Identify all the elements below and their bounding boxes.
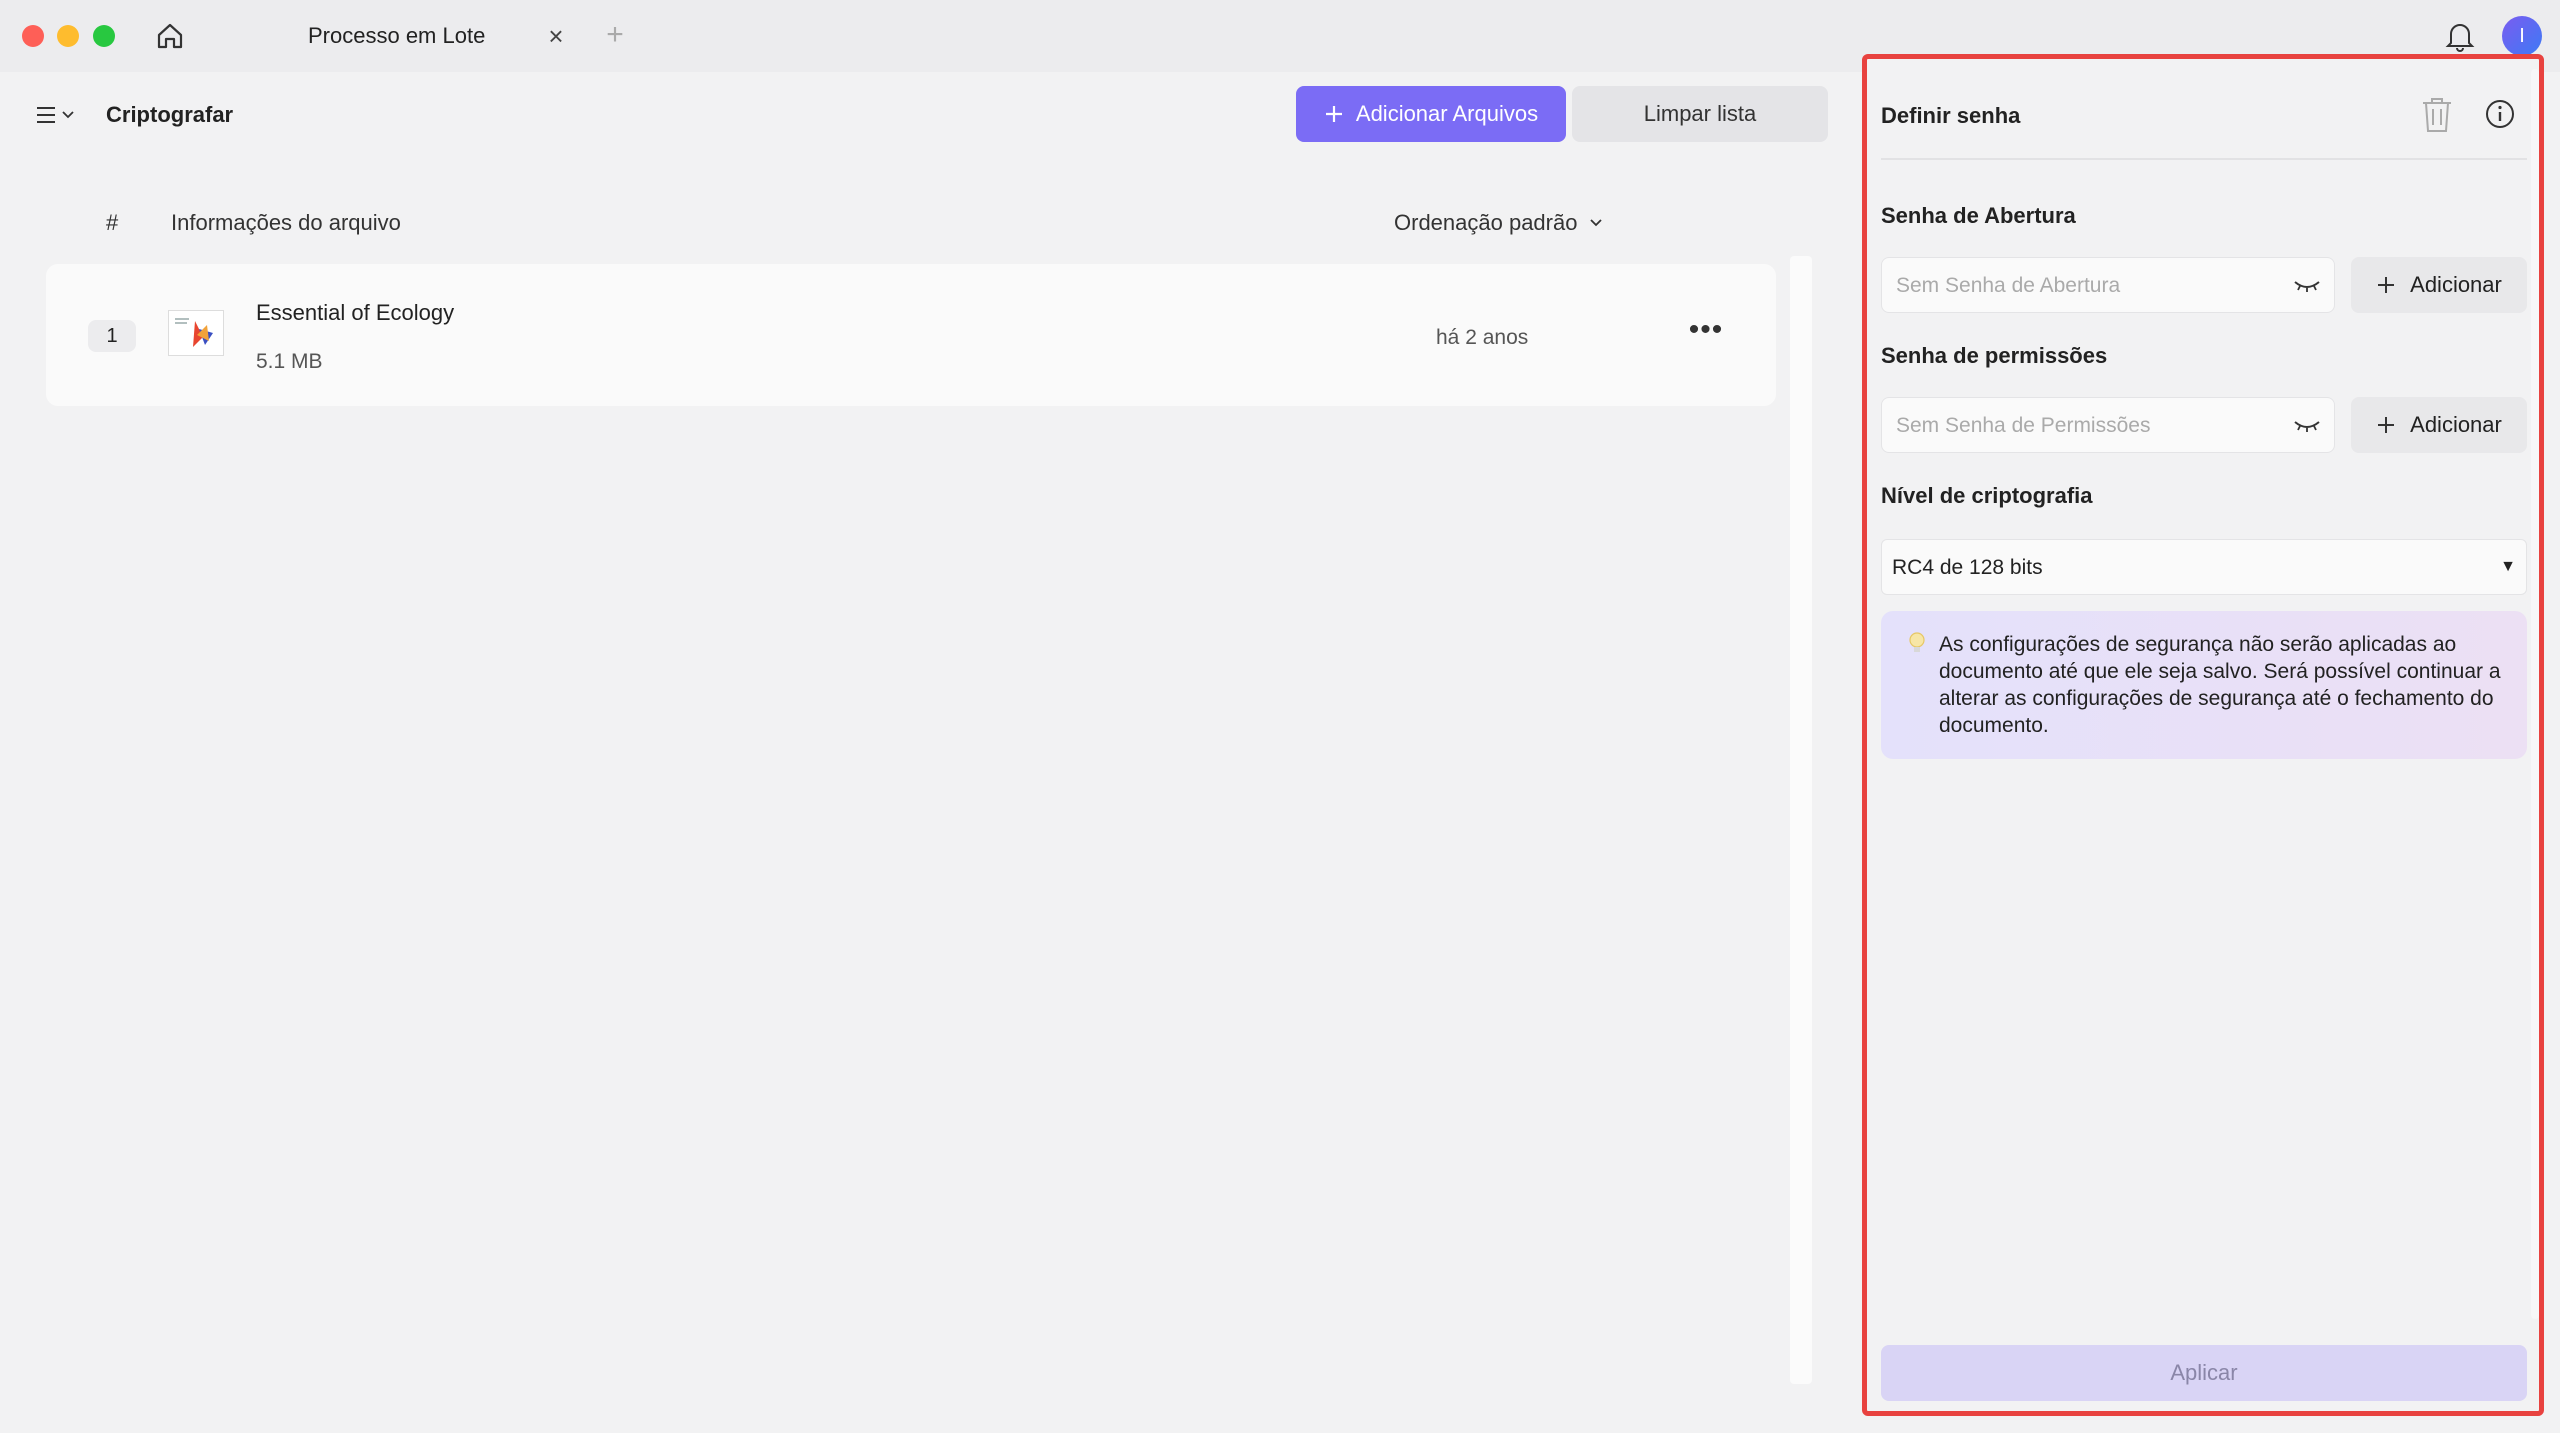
lightbulb-icon [1909,632,1925,652]
trash-icon[interactable] [2419,95,2455,135]
row-index: 1 [88,320,136,352]
eye-closed-icon[interactable] [2292,276,2322,296]
add-files-label: Adicionar Arquivos [1355,101,1539,126]
open-password-label: Senha de Abertura [1881,203,2076,228]
close-window-button[interactable] [22,25,44,47]
table-row[interactable]: 1 Essential of Ecology 5.1 MB há 2 anos … [46,264,1776,406]
file-size: 5.1 MB [256,350,323,373]
home-icon[interactable] [150,16,190,56]
permissions-password-field[interactable]: Sem Senha de Permissões [1881,397,2335,453]
plus-icon [1325,106,1342,122]
file-modified: há 2 anos [1436,326,1529,349]
caret-down-icon: ▼ [2500,558,2516,575]
permissions-password-label: Senha de permissões [1881,343,2108,368]
column-header-number: # [106,210,119,235]
clear-list-button[interactable]: Limpar lista [1572,86,1828,142]
notification-bell-icon[interactable] [2440,16,2480,56]
divider [1881,158,2527,160]
info-icon[interactable] [2483,97,2517,131]
encryption-level-label: Nível de criptografia [1881,483,2093,508]
panel-scrollbar[interactable] [2531,69,2539,1319]
sort-dropdown[interactable]: Ordenação padrão [1394,210,1603,236]
chevron-down-icon [62,111,74,119]
add-open-password-button[interactable]: Adicionar [2351,257,2527,313]
avatar[interactable]: I [2502,16,2542,56]
plus-icon [2378,417,2395,433]
security-notice-text: As configurações de segurança não serão … [1939,633,2501,737]
tab-label: Processo em Lote [308,23,486,48]
chevron-down-icon [1590,219,1603,227]
encryption-level-select[interactable]: RC4 de 128 bits ▼ [1881,539,2527,595]
page-title: Criptografar [106,102,234,127]
scrollbar[interactable] [1790,256,1812,1384]
minimize-window-button[interactable] [57,25,79,47]
tab-batch-process[interactable]: Processo em Lote × [270,0,580,72]
hamburger-icon [37,107,55,123]
apply-button[interactable]: Aplicar [1881,1345,2527,1401]
file-name: Essential of Ecology [256,300,455,325]
menu-button[interactable] [36,98,92,132]
password-settings-panel: Definir senha Senha de Abertura Sem Senh… [1862,54,2544,1416]
add-open-password-label: Adicionar [2410,272,2502,297]
tab-close-icon[interactable]: × [542,22,570,50]
file-thumbnail [168,310,224,356]
maximize-window-button[interactable] [93,25,115,47]
panel-title: Definir senha [1881,103,2021,128]
permissions-password-placeholder: Sem Senha de Permissões [1896,414,2151,437]
clear-list-label: Limpar lista [1643,101,1757,126]
add-permissions-password-button[interactable]: Adicionar [2351,397,2527,453]
encryption-level-value: RC4 de 128 bits [1892,556,2043,579]
open-password-placeholder: Sem Senha de Abertura [1896,274,2121,297]
security-notice: As configurações de segurança não serão … [1881,611,2527,759]
add-permissions-password-label: Adicionar [2410,412,2502,437]
plus-icon [2378,277,2395,293]
new-tab-icon[interactable]: + [598,18,632,52]
open-password-field[interactable]: Sem Senha de Abertura [1881,257,2335,313]
eye-closed-icon[interactable] [2292,416,2322,436]
sort-label: Ordenação padrão [1394,210,1578,235]
column-header-file-info: Informações do arquivo [171,210,401,235]
file-list-panel: Criptografar Adicionar Arquivos Limpar l… [8,72,1828,1427]
more-options-icon[interactable]: ••• [1682,315,1730,352]
add-files-button[interactable]: Adicionar Arquivos [1296,86,1566,142]
